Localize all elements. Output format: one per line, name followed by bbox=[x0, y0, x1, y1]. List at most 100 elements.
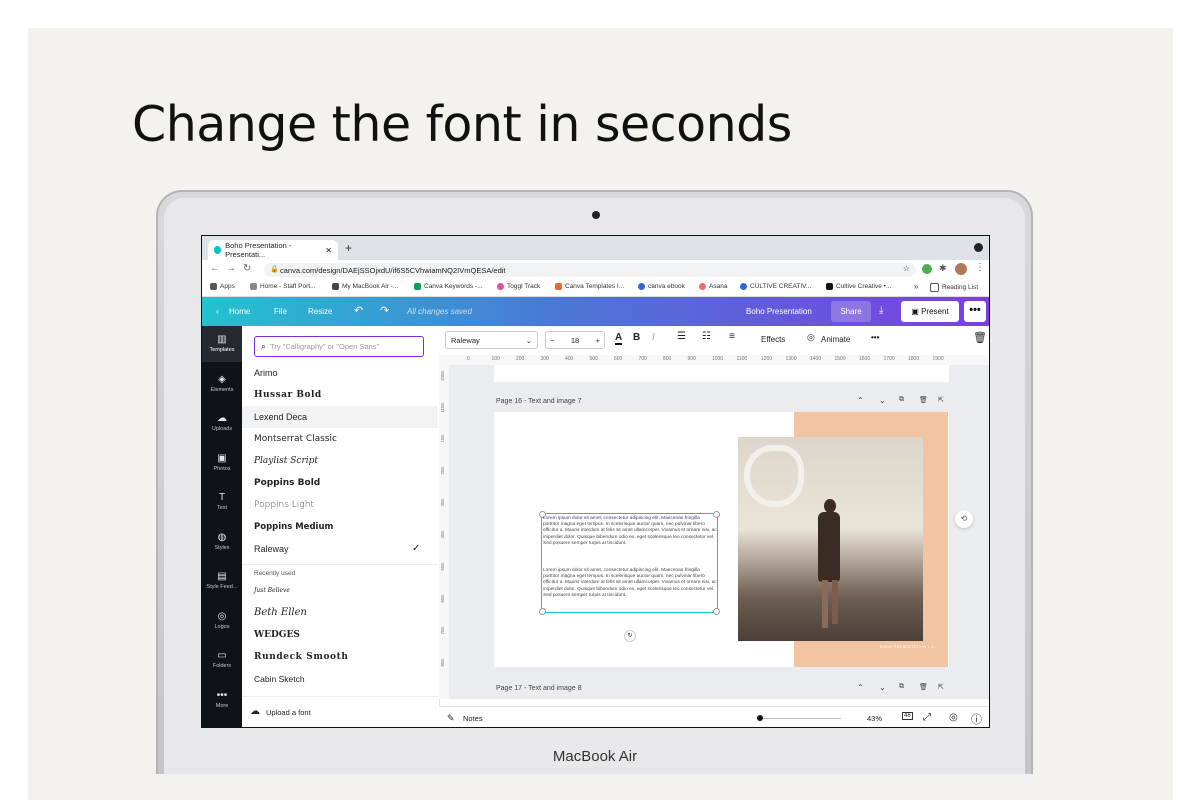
bookmark-item[interactable]: Asana bbox=[699, 283, 727, 290]
add-page-icon[interactable]: ⇱ bbox=[938, 683, 944, 691]
bookmark-apps[interactable]: Apps bbox=[210, 283, 235, 290]
back-icon[interactable]: ← bbox=[210, 263, 220, 274]
chevron-down-icon[interactable]: ⌄ bbox=[879, 683, 886, 692]
font-option[interactable]: Arimo bbox=[242, 362, 438, 384]
sidebar-item-templates[interactable]: ▥ Templates bbox=[202, 326, 242, 362]
font-option[interactable]: Poppins Light bbox=[242, 494, 438, 516]
font-size-stepper[interactable]: − 18 + bbox=[545, 331, 605, 349]
italic-icon[interactable]: I bbox=[652, 332, 655, 343]
download-icon[interactable]: ⤓ bbox=[879, 305, 883, 316]
undo-icon[interactable]: ↶ bbox=[354, 304, 363, 317]
sidebar-item-text[interactable]: T Text bbox=[202, 492, 242, 511]
align-icon[interactable]: ☰ bbox=[677, 331, 686, 342]
overflow-icon[interactable]: » bbox=[914, 282, 918, 291]
increase-size-icon[interactable]: + bbox=[596, 336, 600, 345]
bookmark-item[interactable]: Toggl Track bbox=[497, 283, 540, 290]
chevron-down-icon[interactable]: ⌄ bbox=[879, 396, 886, 405]
bookmark-star-icon[interactable]: ☆ bbox=[903, 264, 910, 273]
slide-paragraph[interactable]: Lorem ipsum dolor sit amet, consectetur … bbox=[543, 516, 717, 547]
zoom-level[interactable]: 43% bbox=[867, 714, 882, 723]
duplicate-icon[interactable]: ⧉ bbox=[899, 396, 904, 404]
close-tab-icon[interactable]: ✕ bbox=[325, 246, 332, 255]
sidebar-item-logos[interactable]: ◎ Logos bbox=[202, 611, 242, 630]
font-option[interactable]: Beth Ellen bbox=[242, 602, 438, 624]
reload-icon[interactable]: ↻ bbox=[243, 263, 251, 274]
sidebar-item-styles[interactable]: ◍ Styles bbox=[202, 532, 242, 551]
font-option[interactable]: Poppins Bold bbox=[242, 472, 438, 494]
font-option-selected[interactable]: Raleway ✓ bbox=[242, 538, 438, 560]
list-icon[interactable]: ☷ bbox=[702, 331, 711, 342]
puzzle-icon[interactable]: ✱ bbox=[939, 263, 947, 274]
font-size-value[interactable]: 18 bbox=[571, 336, 579, 345]
upload-font-button[interactable]: ☁ Upload a font bbox=[242, 696, 438, 727]
slide-paragraph[interactable]: Lorem ipsum dolor sit amet, consectetur … bbox=[543, 568, 717, 599]
text-selection-box[interactable]: Lorem ipsum dolor sit amet, consectetur … bbox=[539, 511, 720, 615]
resize-menu[interactable]: Resize bbox=[308, 307, 332, 316]
present-button[interactable]: ▣ Present bbox=[901, 301, 959, 322]
sidebar-item-more[interactable]: ••• More bbox=[202, 690, 242, 709]
help-icon[interactable]: ⓘ bbox=[971, 711, 982, 727]
slide-page[interactable]: BOHO PRESENTATION • 01 Lorem ipsum dolor… bbox=[494, 412, 949, 667]
file-menu[interactable]: File bbox=[274, 307, 287, 316]
trash-icon[interactable]: 🗑 bbox=[919, 396, 928, 404]
avatar[interactable] bbox=[955, 263, 967, 275]
font-option[interactable]: Playlist Script bbox=[242, 450, 438, 472]
animate-button[interactable]: Animate bbox=[821, 335, 850, 344]
page-count[interactable]: 48 bbox=[902, 712, 913, 720]
bookmark-item[interactable]: Canva Keywords -... bbox=[414, 283, 483, 290]
font-option[interactable]: Rundeck Smooth bbox=[242, 646, 438, 668]
rotate-icon[interactable]: ↻ bbox=[624, 630, 636, 642]
sidebar-item-photos[interactable]: ▣ Photos bbox=[202, 453, 242, 472]
share-button[interactable]: Share bbox=[831, 301, 871, 322]
font-option[interactable]: Hussar Bold bbox=[242, 384, 438, 406]
bookmark-item[interactable]: Canva Templates I... bbox=[555, 283, 624, 290]
sidebar-item-uploads[interactable]: ☁ Uploads bbox=[202, 413, 242, 432]
bookmark-item[interactable]: Cultive Creative •... bbox=[826, 283, 891, 290]
font-option[interactable]: WEDGES bbox=[242, 624, 438, 646]
more-dots-icon[interactable]: ••• bbox=[871, 333, 879, 342]
forward-icon[interactable]: → bbox=[226, 263, 236, 274]
new-tab-icon[interactable]: + bbox=[345, 241, 352, 255]
design-title[interactable]: Boho Presentation bbox=[746, 307, 812, 316]
browser-tab[interactable]: Boho Presentation - Presentati... ✕ bbox=[208, 240, 338, 260]
bookmark-item[interactable]: CULTIVE CREATIV... bbox=[740, 283, 811, 290]
zoom-slider-knob[interactable] bbox=[756, 715, 763, 721]
font-option[interactable]: Cabin Sketch bbox=[242, 668, 438, 690]
font-option[interactable]: Poppins Medium bbox=[242, 516, 438, 538]
bookmark-item[interactable]: canva ebook bbox=[638, 283, 685, 290]
font-option[interactable]: Montserrat Classic bbox=[242, 428, 438, 450]
duplicate-icon[interactable]: ⧉ bbox=[899, 683, 904, 691]
font-search-input[interactable]: ⌕ Try "Calligraphy" or "Open Sans" bbox=[254, 336, 424, 357]
sidebar-item-folders[interactable]: ▭ Folders bbox=[202, 650, 242, 669]
sidebar-item-style-feed[interactable]: ▤ Style Feed... bbox=[202, 571, 242, 590]
reading-list[interactable]: Reading List bbox=[930, 283, 978, 292]
more-options-button[interactable]: ••• bbox=[964, 301, 986, 322]
bold-icon[interactable]: B bbox=[633, 332, 640, 343]
trash-icon[interactable]: 🗑 bbox=[973, 331, 987, 344]
beach-photo[interactable] bbox=[738, 437, 923, 641]
zoom-slider[interactable] bbox=[756, 715, 841, 721]
effects-button[interactable]: Effects bbox=[761, 335, 785, 344]
home-button[interactable]: Home bbox=[229, 307, 250, 316]
check-circle-icon[interactable]: ◎ bbox=[949, 712, 958, 723]
bookmark-item[interactable]: My MacBook Air -... bbox=[332, 283, 398, 290]
font-family-dropdown[interactable]: Raleway ⌄ bbox=[445, 331, 538, 349]
fullscreen-icon[interactable]: ⤢ bbox=[923, 712, 931, 723]
address-bar[interactable]: 🔒 canva.com/design/DAEjSSOjxdU/if6S5CVhw… bbox=[264, 263, 916, 277]
extension-icon[interactable] bbox=[922, 264, 932, 274]
font-option[interactable]: Just Believe bbox=[242, 580, 438, 602]
notes-button[interactable]: Notes bbox=[463, 714, 483, 723]
decrease-size-icon[interactable]: − bbox=[550, 336, 554, 345]
trash-icon[interactable]: 🗑 bbox=[919, 683, 928, 691]
spacing-icon[interactable]: ≡ bbox=[729, 331, 735, 342]
window-menu-icon[interactable] bbox=[974, 243, 983, 252]
chevron-left-icon[interactable]: ‹ bbox=[216, 307, 219, 316]
text-color-icon[interactable]: A bbox=[615, 332, 623, 345]
font-option[interactable]: Lexend Deca bbox=[242, 406, 438, 428]
redo-icon[interactable]: ↷ bbox=[380, 304, 389, 317]
sidebar-item-elements[interactable]: ◈ Elements bbox=[202, 374, 242, 393]
chevron-up-icon[interactable]: ⌃ bbox=[857, 396, 864, 405]
bookmark-item[interactable]: Home - Staff Port... bbox=[250, 283, 316, 290]
kebab-menu-icon[interactable]: ⋮ bbox=[975, 262, 985, 273]
add-page-icon[interactable]: ⇱ bbox=[938, 396, 944, 404]
